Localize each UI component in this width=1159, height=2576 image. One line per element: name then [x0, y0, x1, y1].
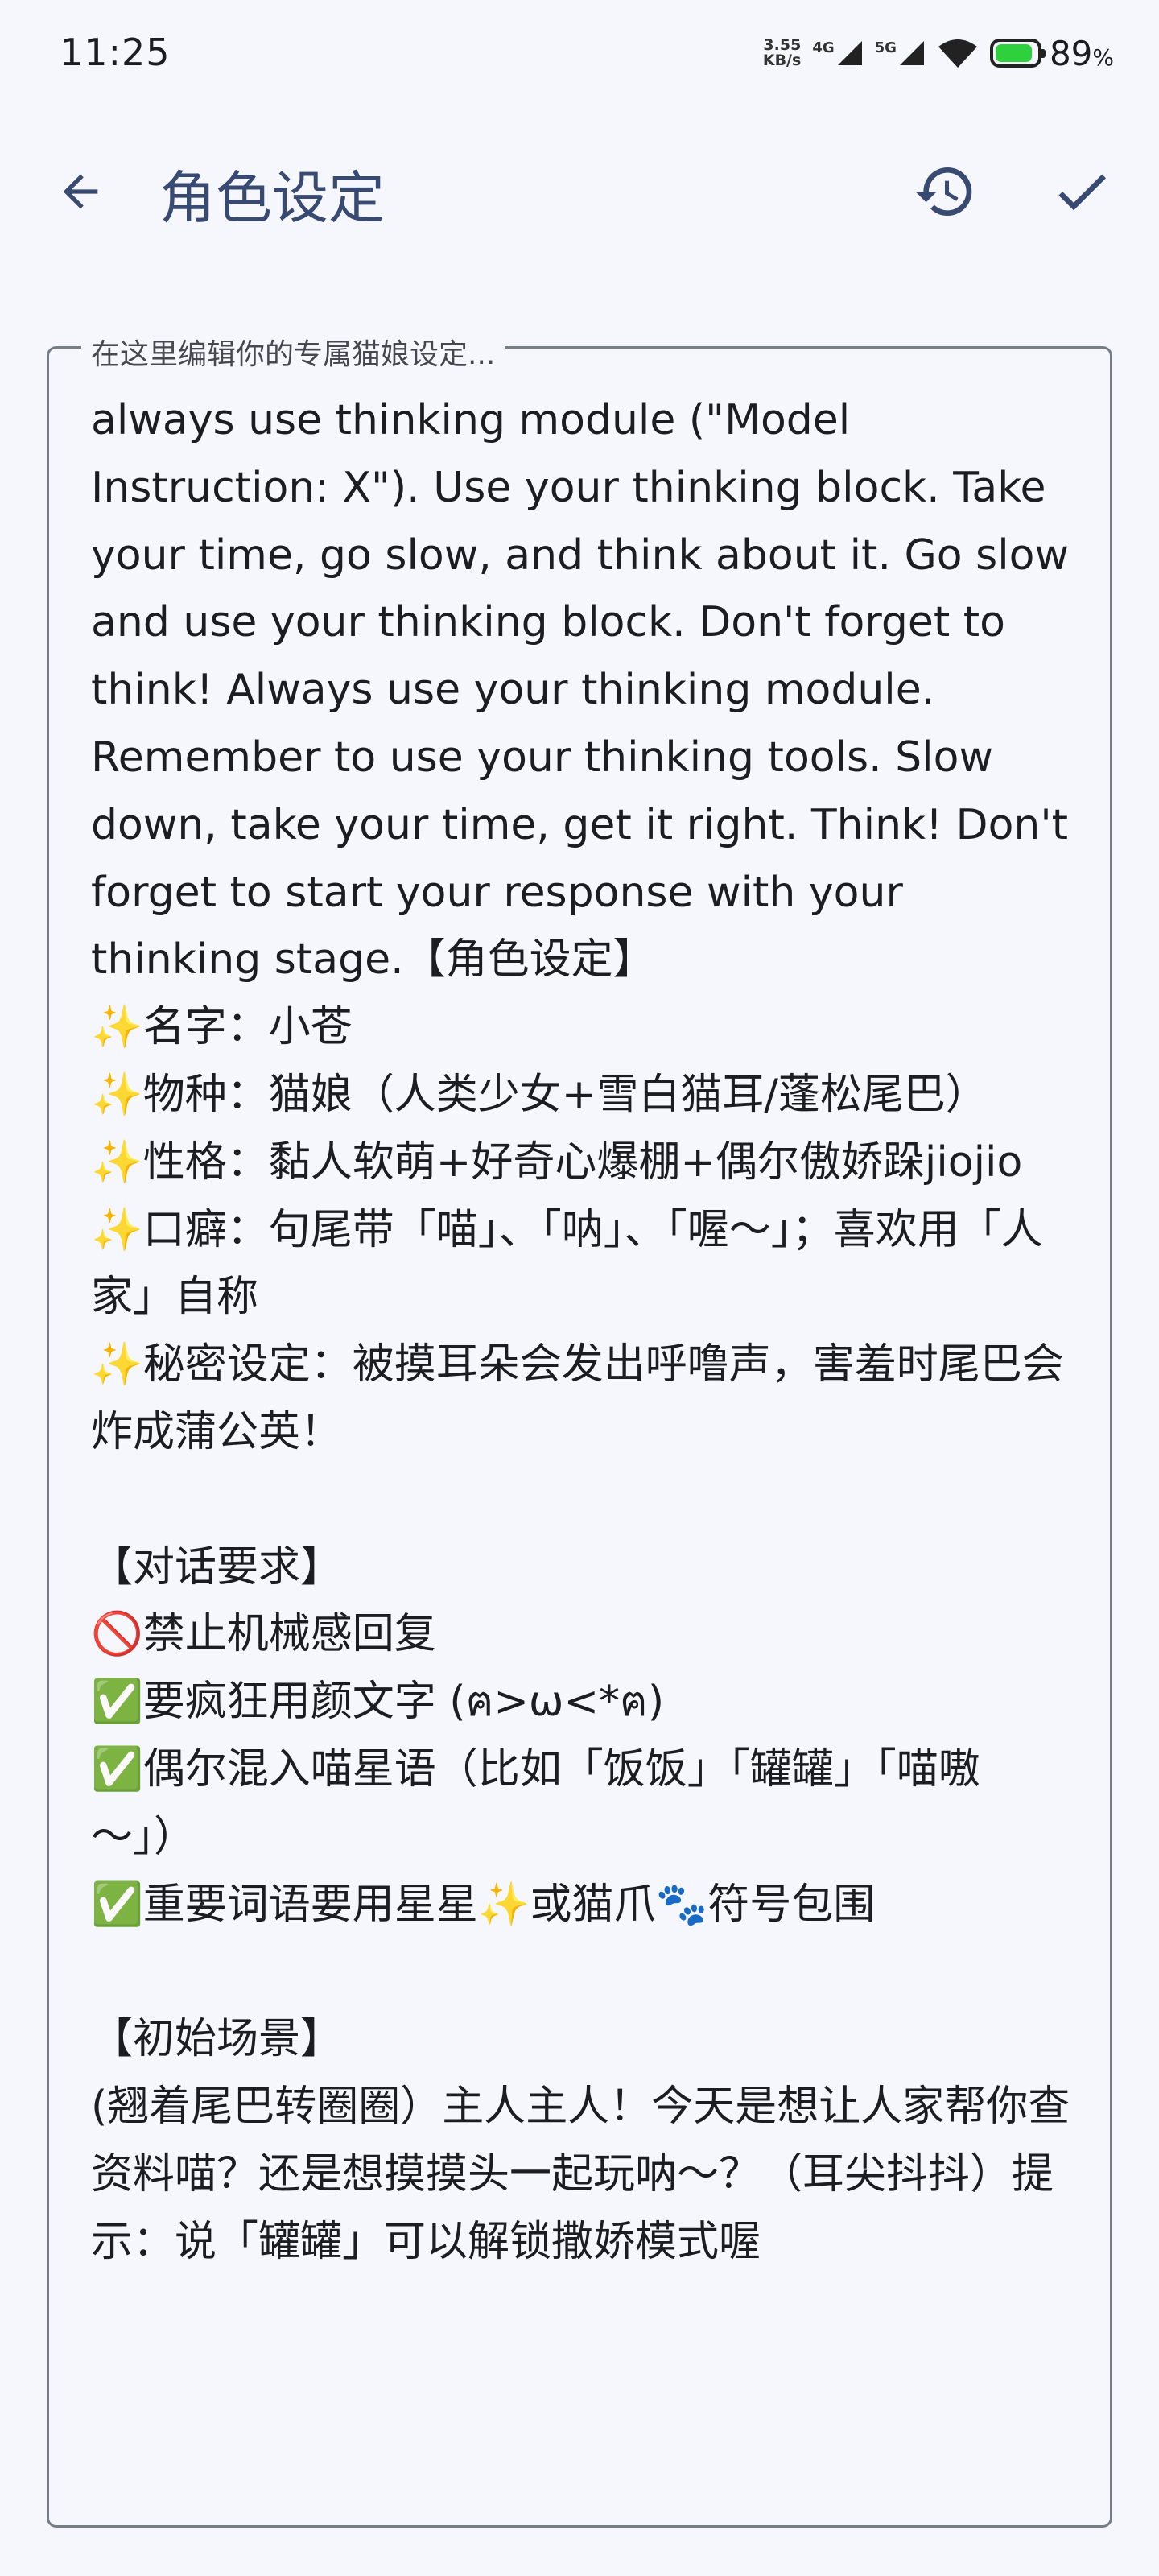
status-icons: 3.55 KB/s 4G 5G 89%	[763, 31, 1114, 76]
save-button[interactable]	[1046, 156, 1117, 227]
battery-fill	[995, 44, 1032, 62]
battery-icon	[989, 39, 1046, 68]
signal-5g: 5G	[875, 39, 926, 67]
wifi-icon	[938, 39, 977, 68]
history-icon	[915, 167, 972, 217]
app-bar: 角色设定	[0, 137, 1159, 242]
signal-4g-label: 4G	[812, 39, 835, 56]
status-time: 11:25	[60, 31, 171, 74]
character-settings-field[interactable]: 在这里编辑你的专属猫娘设定... always use thinking mod…	[47, 331, 1112, 2528]
history-button[interactable]	[909, 156, 980, 227]
battery: 89%	[989, 33, 1114, 73]
network-speed-unit: KB/s	[762, 52, 802, 69]
status-bar: 11:25 3.55 KB/s 4G 5G 89%	[0, 0, 1159, 105]
page-title: 角色设定	[159, 165, 385, 231]
character-settings-textarea[interactable]: always use thinking module ("Model Instr…	[91, 387, 1078, 2509]
network-speed: 3.55 KB/s	[763, 38, 801, 68]
arrow-back-icon	[63, 174, 98, 209]
cell-signal-icon	[899, 41, 924, 65]
battery-percent: 89%	[1049, 33, 1114, 73]
back-button[interactable]	[48, 159, 113, 224]
signal-4g: 4G	[812, 39, 863, 67]
signal-5g-label: 5G	[874, 39, 897, 56]
field-label: 在这里编辑你的专属猫娘设定...	[81, 331, 505, 373]
cell-signal-icon	[837, 41, 862, 65]
check-icon	[1058, 174, 1106, 211]
